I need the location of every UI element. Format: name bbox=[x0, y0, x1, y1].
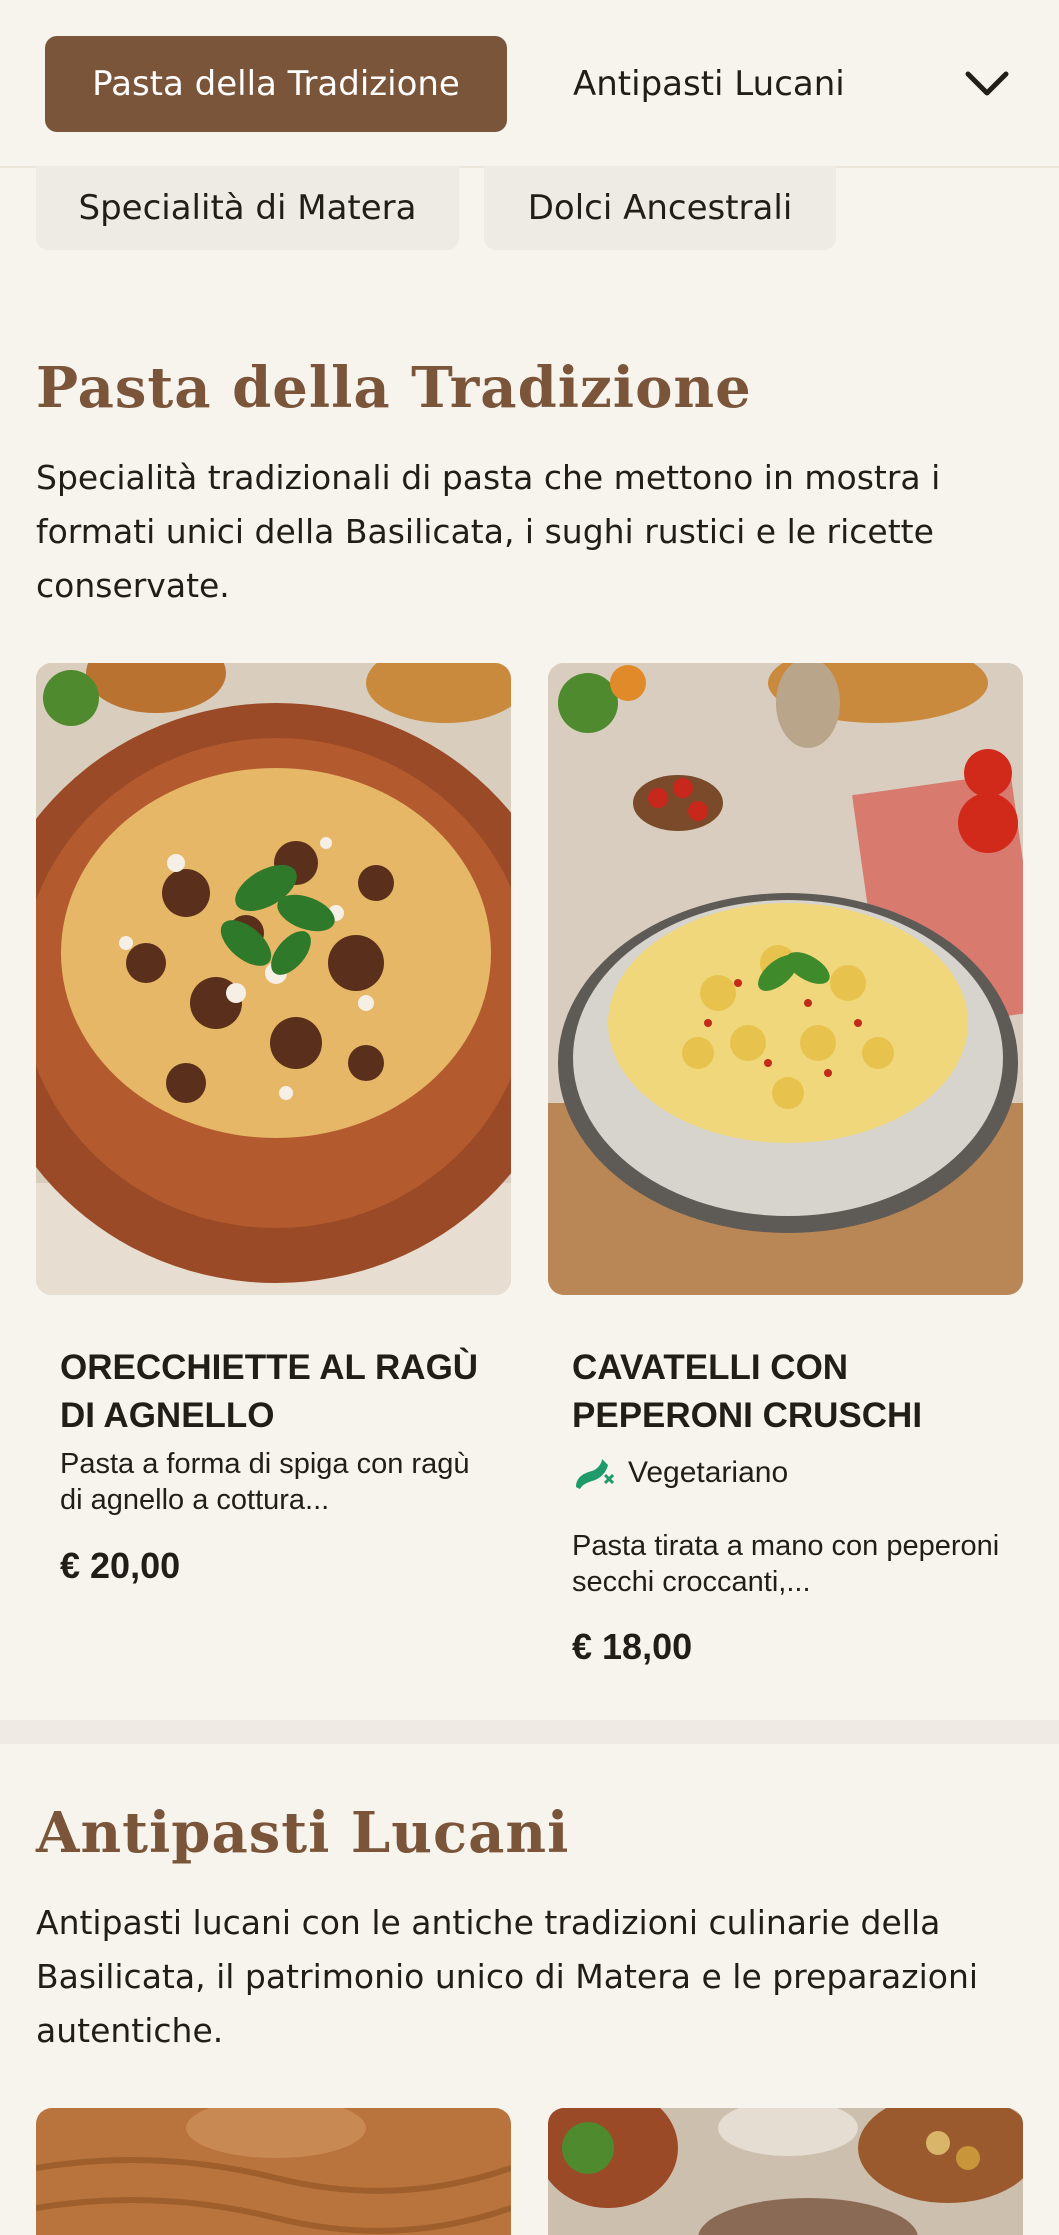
dish-image-cavatelli[interactable] bbox=[548, 663, 1023, 1295]
section-title: Pasta della Tradizione bbox=[36, 355, 752, 421]
dish-image-antipasto-2[interactable] bbox=[548, 2108, 1023, 2235]
tab-specialita-di-matera[interactable]: Specialità di Matera bbox=[36, 166, 459, 250]
dish-price: € 20,00 bbox=[60, 1545, 181, 1586]
chevron-down-icon[interactable] bbox=[962, 60, 1012, 108]
tab-pasta-della-tradizione[interactable]: Pasta della Tradizione bbox=[45, 36, 507, 132]
dish-image-antipasto-1[interactable] bbox=[36, 2108, 511, 2235]
tab-dolci-ancestrali[interactable]: Dolci Ancestrali bbox=[484, 166, 836, 250]
dish-name[interactable]: ORECCHIETTE AL RAGÙ DI AGNELLO bbox=[60, 1344, 500, 1440]
dish-image-orecchiette[interactable] bbox=[36, 663, 511, 1295]
section-description: Antipasti lucani con le antiche tradizio… bbox=[36, 1903, 979, 2050]
vegetarian-icon bbox=[576, 1459, 614, 1489]
dish-description: Pasta a forma di spiga con ragù di agnel… bbox=[60, 1448, 470, 1516]
category-nav: Pasta della Tradizione Antipasti Lucani bbox=[0, 0, 1059, 168]
tab-antipasti-lucani[interactable]: Antipasti Lucani bbox=[573, 60, 845, 108]
section-divider bbox=[0, 1720, 1059, 1744]
section-title: Antipasti Lucani bbox=[36, 1800, 570, 1866]
vegetarian-label: Vegetariano bbox=[628, 1456, 789, 1489]
dish-description: Pasta tirata a mano con peperoni secchi … bbox=[572, 1530, 1000, 1598]
section-description: Specialità tradizionali di pasta che met… bbox=[36, 458, 941, 605]
dish-name[interactable]: CAVATELLI CON PEPERONI CRUSCHI bbox=[572, 1344, 1012, 1440]
vegetarian-badge: Vegetariano bbox=[572, 1455, 788, 1491]
dish-price: € 18,00 bbox=[572, 1626, 693, 1667]
